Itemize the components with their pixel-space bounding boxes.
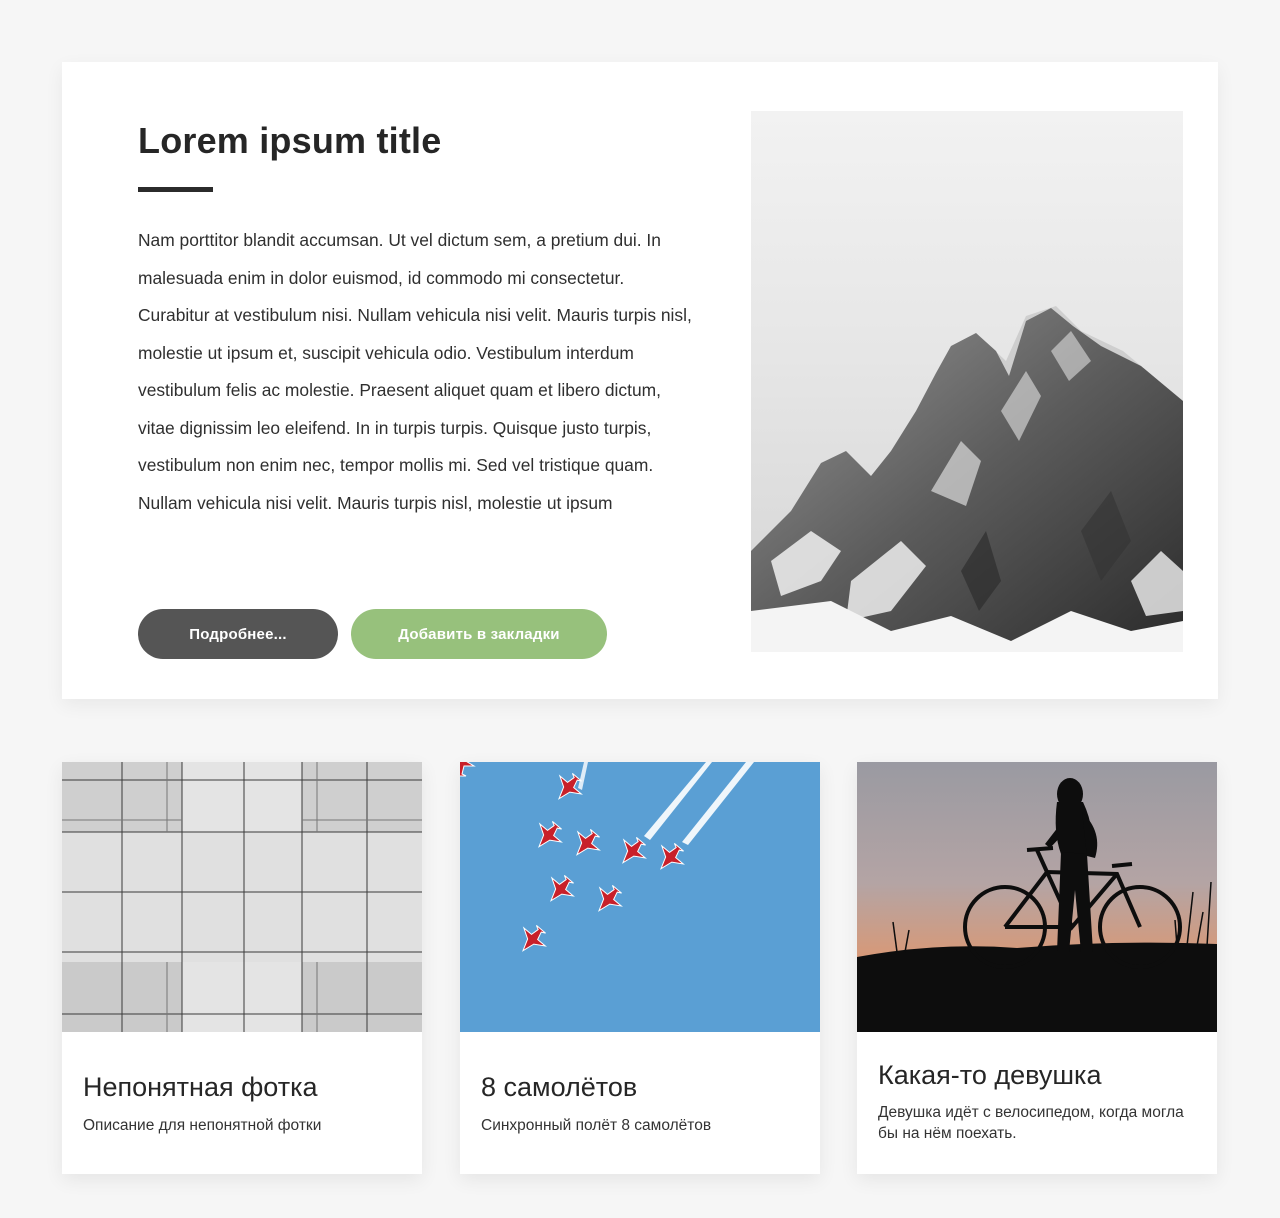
photo-card[interactable]: Какая-то девушка Девушка идёт с велосипе… <box>857 762 1217 1174</box>
more-button[interactable]: Подробнее... <box>138 609 338 659</box>
card-description: Синхронный полёт 8 самолётов <box>481 1117 712 1134</box>
card-image <box>857 762 1217 1032</box>
hero-card: Lorem ipsum title Nam porttitor blandit … <box>62 62 1218 699</box>
title-underline <box>138 187 213 192</box>
photo-card[interactable]: 8 самолётов Синхронный полёт 8 самолётов <box>460 762 820 1174</box>
card-image <box>460 762 820 1032</box>
add-bookmark-button[interactable]: Добавить в закладки <box>351 609 607 659</box>
card-title: Непонятная фотка <box>83 1072 318 1102</box>
ceiling-tiles-photo <box>62 762 422 1032</box>
jets-formation-photo <box>460 762 820 1032</box>
hero-body-text: Nam porttitor blandit accumsan. Ut vel d… <box>138 230 692 513</box>
girl-with-bicycle-photo <box>857 762 1217 1032</box>
photo-card[interactable]: Непонятная фотка Описание для непонятной… <box>62 762 422 1174</box>
snowy-mountain-photo <box>751 111 1183 652</box>
card-description: Описание для непонятной фотки <box>83 1117 322 1134</box>
card-title: 8 самолётов <box>481 1072 638 1102</box>
card-title: Какая-то девушка <box>878 1060 1102 1090</box>
card-description: Девушка идёт с велосипедом, когда могла … <box>878 1104 1184 1142</box>
hero-actions: Подробнее... Добавить в закладки <box>138 609 607 659</box>
hero-title: Lorem ipsum title <box>138 120 442 161</box>
card-image <box>62 762 422 1032</box>
hero-image <box>751 111 1183 652</box>
